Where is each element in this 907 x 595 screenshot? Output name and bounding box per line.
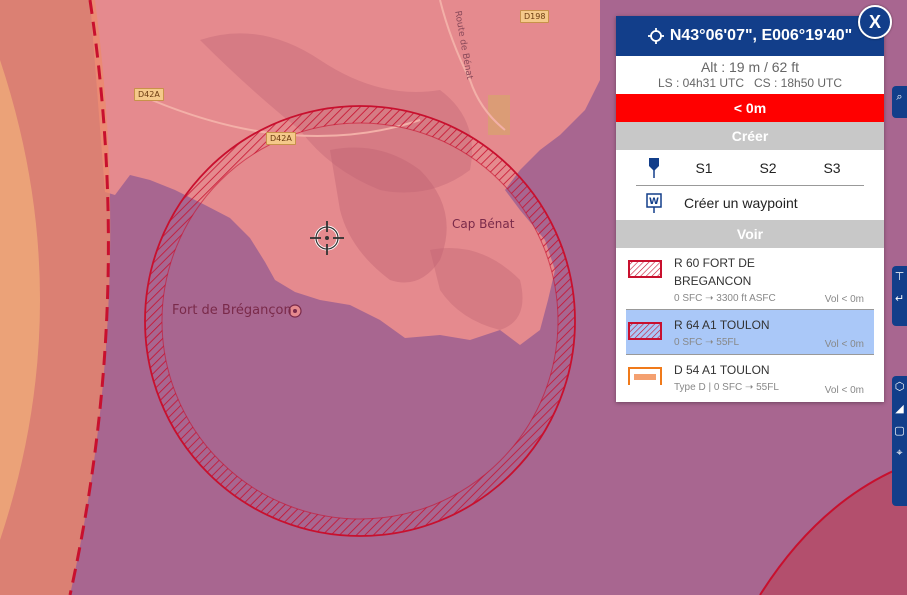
zone-swatch-hatched — [628, 322, 662, 340]
close-button[interactable]: X — [858, 5, 892, 39]
zone-name: D 54 A1 TOULON — [674, 363, 770, 377]
zone-vol: Vol < 0m — [824, 339, 864, 350]
zone-item-selected[interactable]: R 64 A1 TOULON 0 SFC ➝ 55FL Vol < 0m — [626, 310, 874, 355]
see-section-title: Voir — [616, 220, 884, 248]
slot-s1-button[interactable]: S1 — [672, 160, 736, 176]
tool-icon-a: ⊤ — [894, 270, 905, 283]
pin-icon[interactable] — [636, 157, 672, 179]
zone-name: R 64 A1 TOULON — [674, 318, 770, 332]
location-info-panel: N43°06'07", E006°19'40" Alt : 19 m / 62 … — [616, 16, 884, 402]
tool-icon-e: ▢ — [894, 424, 905, 437]
zone-item[interactable]: R 60 FORT DE BREGANCON 0 SFC ➝ 3300 ft A… — [626, 248, 874, 310]
zone-vol: Vol < 0m — [824, 294, 864, 305]
create-waypoint-button[interactable]: W Créer un waypoint — [616, 186, 884, 220]
zone-swatch-orange — [628, 367, 662, 385]
coordinates: N43°06'07", E006°19'40" — [669, 27, 853, 44]
altitude: Alt : 19 m / 62 ft — [700, 59, 800, 75]
zone-item[interactable]: D 54 A1 TOULON Type D | 0 SFC ➝ 55FL Vol… — [626, 355, 874, 400]
label-fort: Fort de Brégançon — [172, 303, 292, 318]
waypoint-label: Créer un waypoint — [684, 195, 798, 211]
height-alert: < 0m — [616, 94, 884, 122]
close-icon: X — [868, 11, 881, 32]
label-cap: Cap Bénat — [452, 217, 515, 231]
tool-icon-d: ◢ — [895, 402, 904, 415]
map-building — [488, 95, 510, 135]
slot-s2-button[interactable]: S2 — [736, 160, 800, 176]
create-slots-row: S1 S2 S3 — [636, 150, 864, 186]
tool-icon-b: ↵ — [894, 292, 905, 305]
edge-tool-group-2[interactable]: ⬡ ◢ ▢ ⌖ — [892, 376, 907, 506]
edge-search-tool[interactable]: ⌕ — [892, 86, 907, 118]
road-badge-d42a-1: D42A — [134, 88, 164, 101]
zone-swatch-hatched — [628, 260, 662, 278]
slot-s3-button[interactable]: S3 — [800, 160, 864, 176]
svg-text:W: W — [649, 197, 659, 207]
sun-times: LS : 04h31 UTC CS : 18h50 UTC — [657, 76, 843, 90]
crosshair-icon — [647, 28, 664, 44]
zone-name: R 60 FORT DE BREGANCON — [674, 256, 755, 288]
tool-icon-c: ⬡ — [894, 380, 905, 393]
zone-vol: Vol < 0m — [824, 385, 864, 396]
panel-header: N43°06'07", E006°19'40" — [616, 16, 884, 56]
edge-tool-group-1[interactable]: ⊤ ↵ — [892, 266, 907, 326]
restricted-zone-hatch[interactable] — [145, 106, 575, 536]
waypoint-icon: W — [646, 193, 662, 213]
road-badge-d42a-2: D42A — [266, 132, 296, 145]
tool-icon-f: ⌖ — [896, 446, 903, 459]
create-section-title: Créer — [616, 122, 884, 150]
search-icon: ⌕ — [896, 90, 903, 103]
road-badge-d198: D198 — [520, 10, 550, 23]
